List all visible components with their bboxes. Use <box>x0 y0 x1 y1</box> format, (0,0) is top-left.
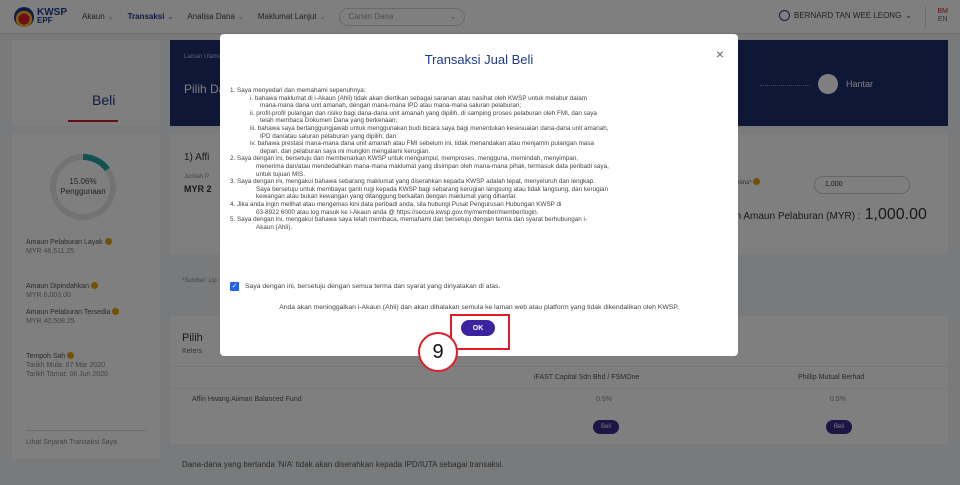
terms-line: ii. profil-profil pulangan dan risiko ba… <box>250 109 597 117</box>
terms-line: 5. Saya dengan ini, mengakui bahawa saya… <box>230 216 588 224</box>
terms-list: 1. Saya menyedari dan memahami sepenuhny… <box>230 87 708 231</box>
close-icon[interactable]: × <box>716 46 724 62</box>
highlight-box <box>450 314 510 350</box>
terms-line: iv. bahawa prestasi mana-mana dana unit … <box>250 140 594 148</box>
terms-line: 4. Jika anda ingin melihat atau mengemas… <box>230 200 562 208</box>
modal-title: Transaksi Jual Beli <box>424 52 534 67</box>
step-number-badge: 9 <box>418 332 458 372</box>
terms-line: 2. Saya dengan ini, bersetuju dan memben… <box>230 155 579 163</box>
checkbox-checked-icon[interactable]: ✓ <box>230 282 239 291</box>
terms-line: i. bahawa maklumat di i-Akaun (Ahli) tid… <box>250 94 587 102</box>
terms-line: menerima dan/atau mendedahkan mana-mana … <box>256 162 609 170</box>
agree-text: Saya dengan ini, bersetuju dengan semua … <box>245 283 501 290</box>
terms-line: 03-8922 6000 atau log masuk ke i-Akaun a… <box>256 208 539 216</box>
terms-line: Akaun (Ahli). <box>256 223 293 231</box>
agree-checkbox-row[interactable]: ✓ Saya dengan ini, bersetuju dengan semu… <box>230 282 500 291</box>
terms-line: IPD dan/atau saluran pelaburan yang dipi… <box>260 132 397 140</box>
terms-line: telah membaca Dokumen Dana yang berkenaa… <box>260 117 398 125</box>
terms-line: untuk tujuan MIS. <box>256 170 306 178</box>
terms-line: depan, dan pelaburan saya ini mungkin me… <box>260 147 431 155</box>
terms-line: Saya bersetuju untuk membayar ganti rugi… <box>256 185 609 193</box>
redirect-notice: Anda akan meninggalkan i-Akaun (Ahli) da… <box>279 304 679 311</box>
terms-modal: Transaksi Jual Beli × 1. Saya menyedari … <box>220 34 738 356</box>
terms-line: kewangan atau bukan kewangan yang ditang… <box>256 193 518 201</box>
terms-line: mana-mana dana unit amanah, dengan mana-… <box>260 102 522 110</box>
terms-line: iii. bahawa saya bertanggungjawab untuk … <box>250 124 609 132</box>
terms-line: 1. Saya menyedari dan memahami sepenuhny… <box>230 87 366 94</box>
terms-line: 3. Saya dengan ini, mengakui bahawa seba… <box>230 178 595 186</box>
